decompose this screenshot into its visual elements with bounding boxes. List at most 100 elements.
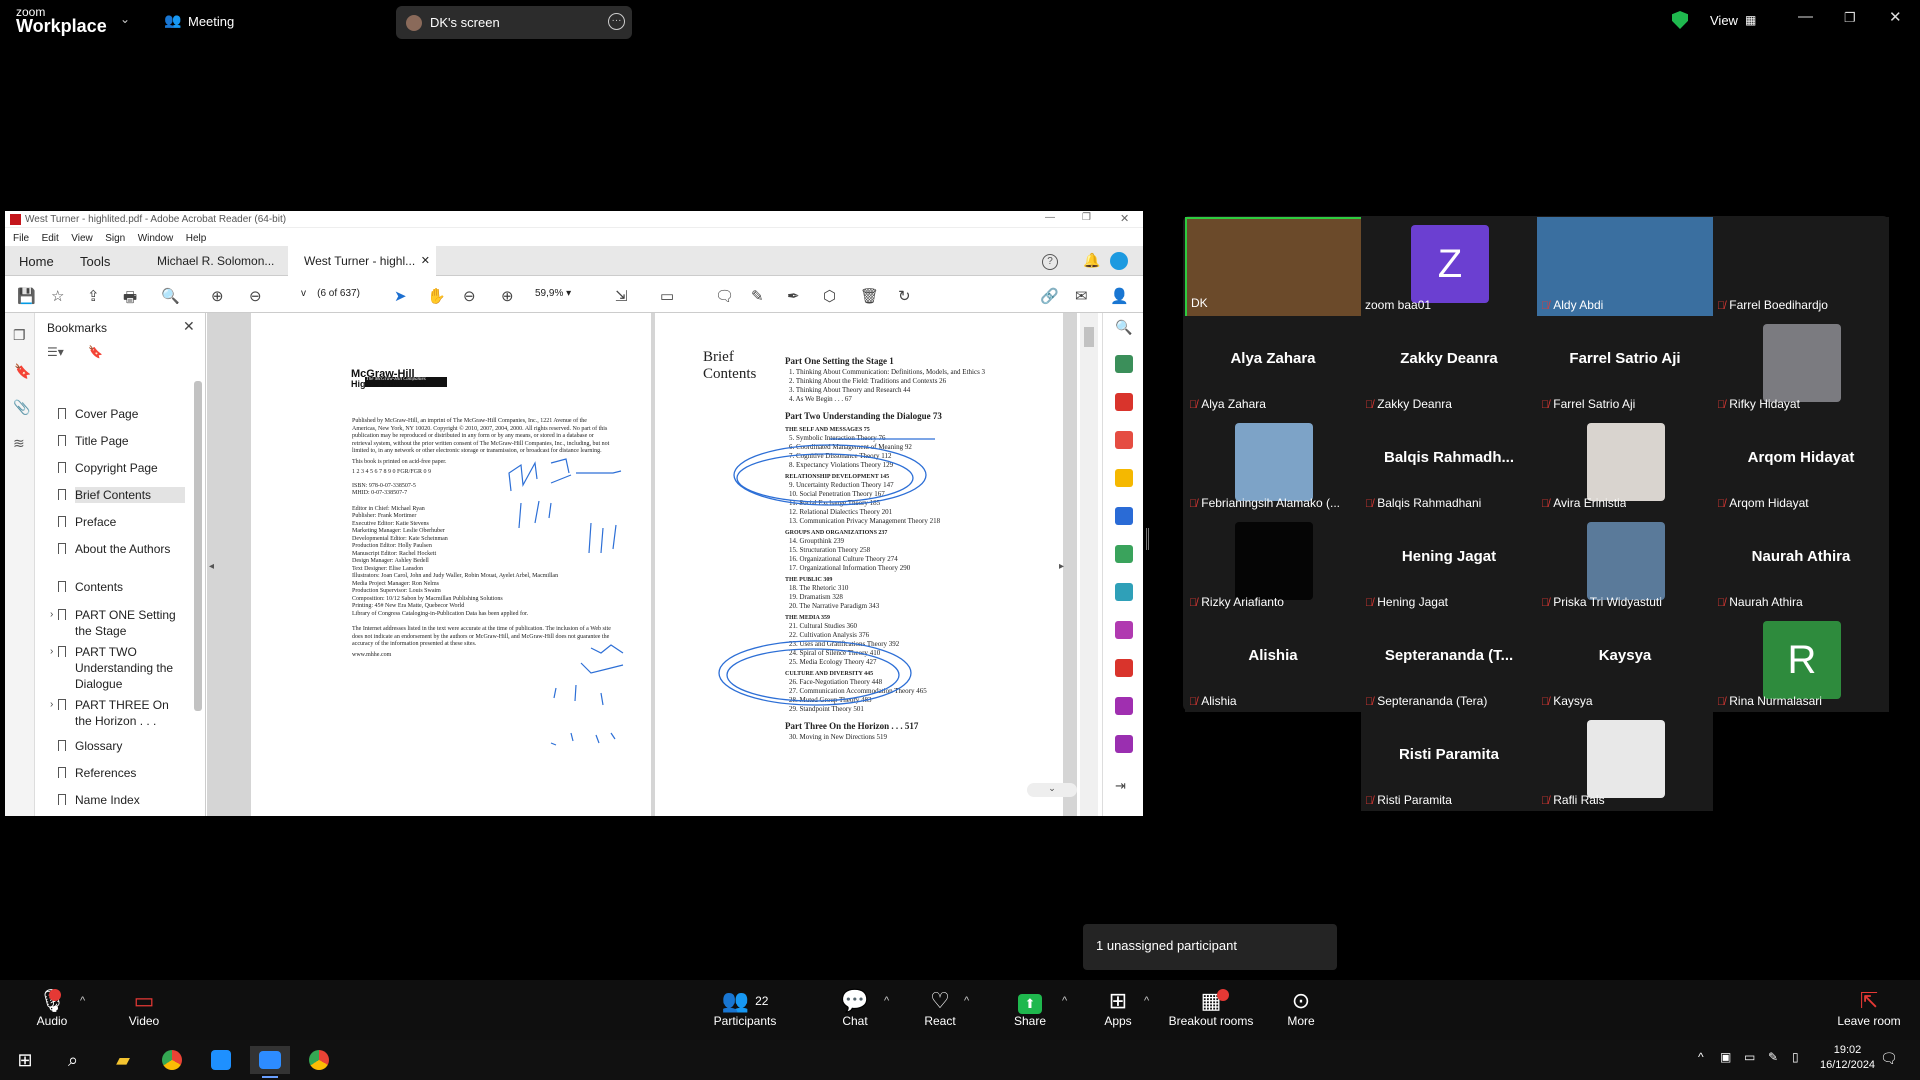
acro-minimize-icon[interactable]: —	[1045, 212, 1055, 223]
participant-tile[interactable]: 🎙̸ Farrel Boedihardjo	[1713, 217, 1889, 316]
tab-home[interactable]: Home	[19, 246, 54, 276]
upload-icon[interactable]: ⇪	[87, 287, 100, 305]
scroll-thumb[interactable]	[1084, 327, 1094, 347]
export-pdf-icon[interactable]	[1115, 355, 1133, 373]
document-view[interactable]: ◂ The McGraw-Hill Companies McGraw-Hill H…	[207, 313, 1077, 816]
taskbar-clock[interactable]: 19:02 16/12/2024	[1820, 1043, 1875, 1073]
save-icon[interactable]: 💾	[17, 287, 36, 305]
combine-files-icon[interactable]	[1115, 507, 1133, 525]
chevron-down-icon[interactable]: ⌄	[120, 12, 130, 26]
pages-icon[interactable]: ❐	[13, 327, 26, 344]
stamp-icon[interactable]: ⬡	[823, 287, 836, 305]
collapse-left-icon[interactable]: ◂	[209, 561, 214, 572]
participant-tile[interactable]: Farrel Satrio Aji 🎙̸ Farrel Satrio Aji	[1537, 316, 1713, 415]
unassigned-notice[interactable]: 1 unassigned participant	[1083, 924, 1337, 970]
apps-options-chevron-icon[interactable]: ^	[1144, 995, 1149, 1007]
email-icon[interactable]: ✉	[1075, 287, 1088, 305]
bookmark-options-icon[interactable]: ☰▾	[47, 345, 64, 359]
highlight-pen-icon[interactable]: ✎	[751, 287, 764, 305]
tray-meet-icon[interactable]: ▣	[1720, 1050, 1731, 1064]
apps-button[interactable]: ⊞ Apps	[1073, 988, 1163, 1028]
participant-tile[interactable]: Alishia 🎙̸ Alishia	[1185, 613, 1361, 712]
tab-tools[interactable]: Tools	[80, 246, 110, 276]
search-icon[interactable]: 🔍	[1115, 319, 1133, 337]
leave-room-button[interactable]: ⇱ Leave room	[1824, 988, 1914, 1028]
share-options-chevron-icon[interactable]: ^	[1062, 995, 1067, 1007]
participant-tile[interactable]: DK	[1185, 217, 1363, 318]
excel-export-icon[interactable]	[1115, 545, 1133, 563]
app-store-icon[interactable]	[206, 1046, 236, 1074]
collapse-right-icon[interactable]: ▸	[1059, 561, 1064, 572]
video-button[interactable]: ▭ Video	[99, 988, 189, 1028]
acro-restore-icon[interactable]: ❐	[1082, 212, 1091, 223]
audio-options-chevron-icon[interactable]: ^	[80, 995, 85, 1007]
participant-tile[interactable]: Arqom Hidayat 🎙̸ Arqom Hidayat	[1713, 415, 1889, 514]
tab-document-solomon[interactable]: Michael R. Solomon...	[153, 246, 283, 276]
participants-button[interactable]: 👥 22 Participants	[700, 988, 790, 1028]
react-button[interactable]: ♡ React	[895, 988, 985, 1028]
chat-button[interactable]: 💬 Chat	[810, 988, 900, 1028]
tab-close-icon[interactable]: ✕	[421, 254, 430, 267]
fit-page-icon[interactable]: ⇲	[615, 287, 628, 305]
menu-help[interactable]: Help	[186, 233, 207, 244]
participant-tile[interactable]: Risti Paramita 🎙̸ Risti Paramita	[1361, 712, 1537, 811]
collapse-tools-icon[interactable]: ⇥	[1115, 778, 1133, 796]
bookmarks-scrollbar[interactable]	[194, 381, 202, 711]
scan-ocr-icon[interactable]	[1115, 583, 1133, 601]
participant-tile[interactable]: Hening Jagat 🎙̸ Hening Jagat	[1361, 514, 1537, 613]
participant-tile[interactable]: Kaysya 🎙̸ Kaysya	[1537, 613, 1713, 712]
menu-window[interactable]: Window	[138, 233, 174, 244]
tray-network-icon[interactable]: ▭	[1744, 1050, 1755, 1064]
document-scrollbar[interactable]	[1080, 313, 1098, 816]
split-handle[interactable]	[1146, 528, 1149, 550]
participant-tile[interactable]: Septerananda (T... 🎙̸ Septerananda (Tera)	[1361, 613, 1537, 712]
hand-tool-icon[interactable]: ✋	[427, 287, 446, 305]
share-people-icon[interactable]: 👤	[1110, 287, 1129, 305]
participant-tile[interactable]: 🎙̸ Avira Erinistia	[1537, 415, 1713, 514]
page-number-field[interactable]: v (6 of 637)	[301, 285, 365, 303]
more-options-icon[interactable]: ···	[608, 13, 625, 30]
windows-start-icon[interactable]: ⊞	[10, 1046, 40, 1074]
taskbar-search-icon[interactable]: ⌕	[58, 1046, 88, 1074]
chrome-icon[interactable]	[157, 1046, 187, 1074]
participant-tile[interactable]: 🎙̸ Febrianingsih Alamako (...	[1185, 415, 1361, 514]
participant-tile[interactable]: Balqis Rahmadh... 🎙̸ Balqis Rahmadhani	[1361, 415, 1537, 514]
view-button[interactable]: View	[1710, 13, 1738, 28]
expand-chevron-icon[interactable]: ›	[50, 646, 53, 657]
request-signature-icon[interactable]	[1115, 697, 1133, 715]
delete-icon[interactable]: 🗑	[860, 287, 879, 305]
participant-tile[interactable]: 🎙̸ Rafli Rais	[1537, 712, 1713, 811]
bookmark-star-icon[interactable]: ☆	[51, 287, 64, 305]
participant-tile[interactable]: R 🎙̸ Rina Nurmalasari	[1713, 613, 1889, 712]
print-icon[interactable]: 🖶	[123, 287, 137, 312]
link-icon[interactable]: 🔗	[1040, 287, 1059, 305]
breakout-rooms-button[interactable]: ▦ Breakout rooms	[1163, 988, 1259, 1028]
chat-options-chevron-icon[interactable]: ^	[884, 995, 889, 1007]
meeting-label[interactable]: Meeting	[188, 14, 234, 29]
next-page-icon[interactable]: ⊖	[249, 287, 262, 305]
select-cursor-icon[interactable]: ➤	[394, 287, 407, 305]
more-tools-icon[interactable]	[1115, 735, 1133, 753]
menu-edit[interactable]: Edit	[42, 233, 59, 244]
chrome-running-icon[interactable]	[304, 1046, 334, 1074]
notifications-icon[interactable]: 🗨	[1880, 1050, 1898, 1067]
participant-tile[interactable]: Alya Zahara 🎙̸ Alya Zahara	[1185, 316, 1361, 415]
more-button[interactable]: ⊙ More	[1256, 988, 1346, 1028]
help-icon[interactable]: ?	[1042, 254, 1058, 270]
tray-chevron-icon[interactable]: ^	[1698, 1050, 1704, 1064]
expand-chevron-icon[interactable]: ›	[50, 699, 53, 710]
file-explorer-icon[interactable]: ▰	[108, 1046, 138, 1074]
protect-icon[interactable]	[1115, 659, 1133, 677]
bookmarks-icon[interactable]: 🔖	[14, 363, 31, 380]
page-nav-chevron-icon[interactable]: ⌄	[1027, 783, 1077, 797]
zoom-out-search-icon[interactable]: 🔍	[161, 287, 180, 305]
draw-icon[interactable]: ✒	[787, 287, 800, 305]
zoom-taskbar-icon[interactable]	[250, 1046, 290, 1074]
layers-icon[interactable]: ≋	[13, 435, 25, 452]
expand-chevron-icon[interactable]: ›	[50, 609, 53, 620]
zoom-out-icon[interactable]: ⊖	[463, 287, 476, 305]
prev-page-icon[interactable]: ⊕	[211, 287, 224, 305]
close-panel-icon[interactable]: ✕	[183, 318, 195, 335]
minimize-icon[interactable]: —	[1798, 8, 1813, 25]
tab-document-west-turner[interactable]: West Turner - highl... ✕	[288, 246, 436, 276]
